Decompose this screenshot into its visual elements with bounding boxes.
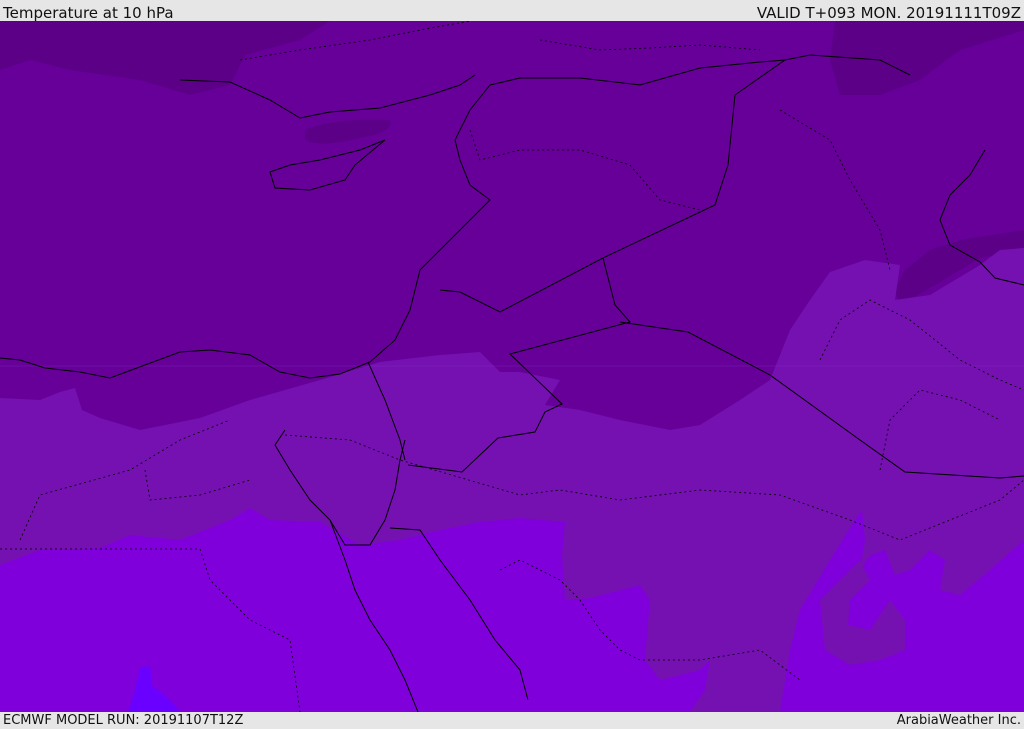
credit: ArabiaWeather Inc. (896, 713, 1021, 728)
map-title: Temperature at 10 hPa (3, 4, 174, 22)
valid-time: VALID T+093 MON. 20191111T09Z (756, 4, 1021, 22)
temperature-map (0, 21, 1024, 712)
footer-bar: ECMWF MODEL RUN: 20191107T12Z ArabiaWeat… (0, 712, 1024, 729)
model-run: ECMWF MODEL RUN: 20191107T12Z (3, 713, 244, 728)
header-bar: Temperature at 10 hPa VALID T+093 MON. 2… (0, 0, 1024, 22)
